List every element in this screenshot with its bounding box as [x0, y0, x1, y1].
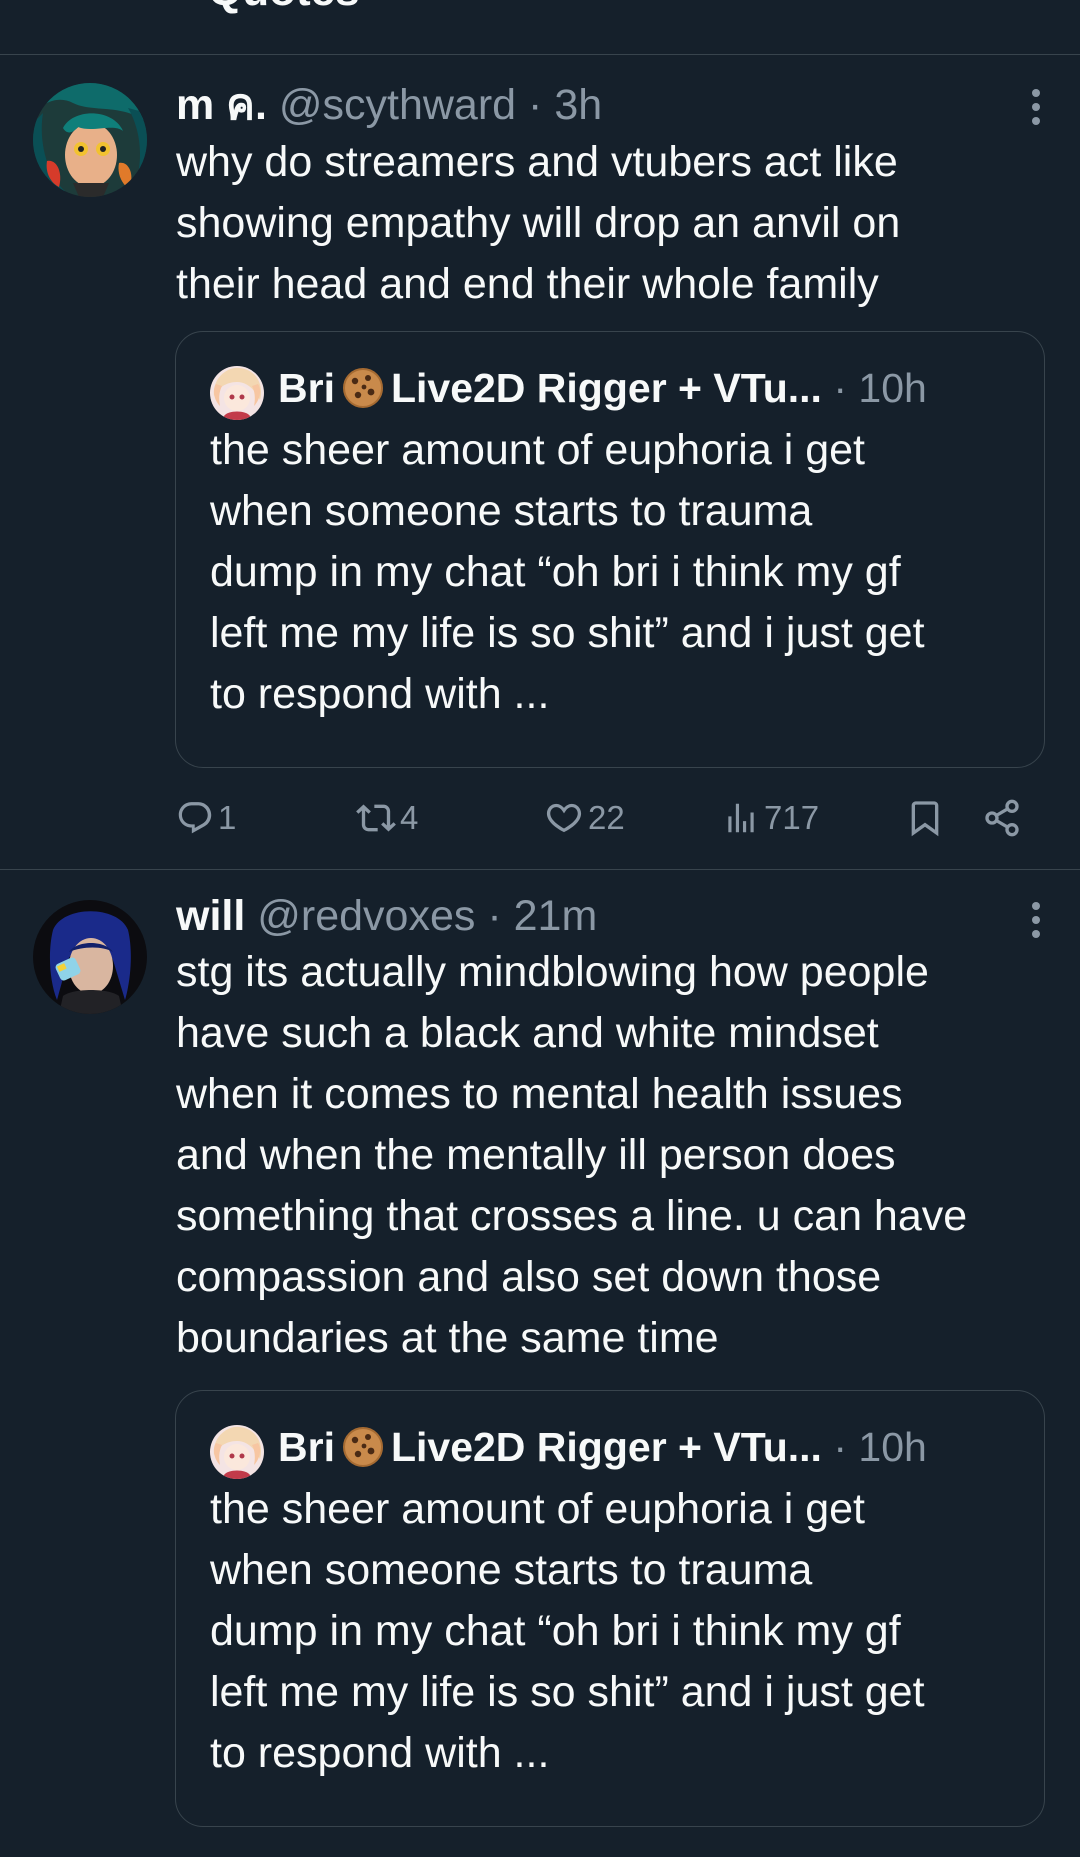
views-button[interactable]: 717 [722, 790, 819, 846]
quote-header: Bri Live2D Rigger + VTu... · 10h [278, 362, 927, 414]
analytics-icon [722, 799, 760, 837]
tweet-actions: 1 4 22 717 [176, 790, 1040, 846]
display-name[interactable]: will [176, 892, 245, 940]
quoted-tweet[interactable]: Bri Live2D Rigger + VTu... · 10h the shee… [175, 331, 1045, 768]
page-title: Quotes [208, 0, 360, 16]
separator: · [487, 892, 502, 940]
share-button[interactable] [982, 790, 1022, 846]
heart-icon [544, 798, 584, 838]
cookie-icon [341, 366, 385, 410]
reply-button[interactable]: 1 [176, 790, 236, 846]
reply-count: 1 [218, 799, 237, 836]
tweet-header: will @redvoxes · 21m [176, 890, 1020, 942]
like-button[interactable]: 22 [544, 790, 625, 846]
avatar[interactable] [33, 83, 147, 197]
display-name[interactable]: m ค. [176, 81, 267, 129]
quote-timestamp: 10h [858, 1424, 927, 1470]
repost-button[interactable]: 4 [356, 790, 418, 846]
quoted-tweet[interactable]: Bri Live2D Rigger + VTu... · 10h the shee… [175, 1390, 1045, 1827]
separator: · [528, 81, 543, 129]
quote-display-name-suffix: Live2D Rigger + VTu... [390, 1424, 822, 1470]
cookie-icon [341, 1425, 385, 1469]
share-icon [982, 798, 1022, 838]
quote-display-name: Bri [278, 1424, 335, 1470]
tweet-text: why do streamers and vtubers act like sh… [176, 138, 901, 308]
more-options-icon[interactable] [1022, 87, 1050, 127]
reply-icon [176, 799, 214, 837]
tweet[interactable]: m ค. @scythward · 3h why do streamers an… [0, 55, 1080, 870]
quote-avatar [210, 1425, 264, 1479]
avatar[interactable] [33, 900, 147, 1014]
repost-icon [356, 798, 396, 838]
separator: · [833, 1424, 848, 1470]
tweet-text: stg its actually mindblowing how people … [176, 948, 968, 1362]
repost-count: 4 [400, 799, 419, 836]
separator: · [833, 365, 848, 411]
more-options-icon[interactable] [1022, 900, 1050, 940]
quote-display-name: Bri [278, 365, 335, 411]
handle[interactable]: @redvoxes [257, 892, 475, 940]
quote-display-name-suffix: Live2D Rigger + VTu... [390, 365, 822, 411]
view-count: 717 [764, 799, 820, 836]
bookmark-icon [905, 798, 945, 838]
quote-timestamp: 10h [858, 365, 927, 411]
bookmark-button[interactable] [905, 790, 945, 846]
like-count: 22 [588, 799, 625, 836]
tweet[interactable]: will @redvoxes · 21m stg its actually mi… [0, 870, 1080, 1857]
quote-avatar [210, 366, 264, 420]
tweet-header: m ค. @scythward · 3h [176, 79, 1020, 131]
timestamp[interactable]: 21m [514, 892, 598, 940]
quote-text: the sheer amount of euphoria i get when … [210, 426, 925, 718]
quote-header: Bri Live2D Rigger + VTu... · 10h [278, 1421, 927, 1473]
page-header: Quotes [0, 0, 1080, 55]
quote-text: the sheer amount of euphoria i get when … [210, 1485, 925, 1777]
handle[interactable]: @scythward [279, 81, 516, 129]
timestamp[interactable]: 3h [554, 81, 602, 129]
